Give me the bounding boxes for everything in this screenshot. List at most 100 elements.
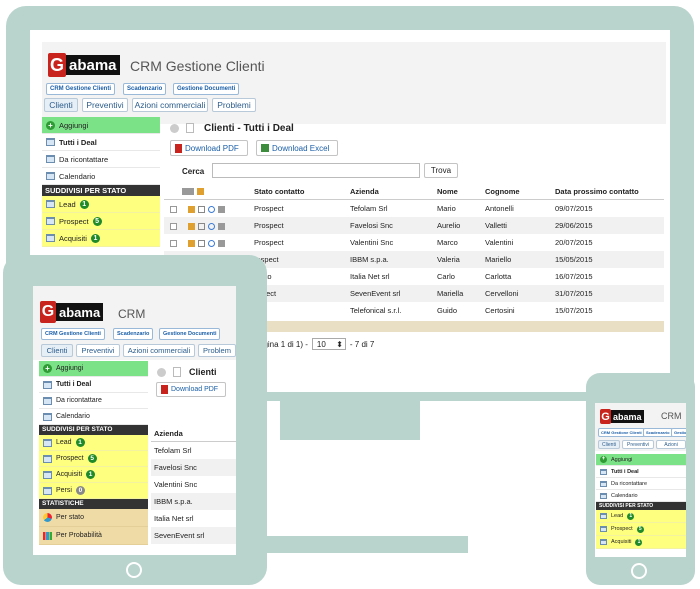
sidebar: + Aggiungi Tutti i Deal Da ricontattare C… [39,361,148,545]
sidebar: + Aggiungi Tutti i Deal Da ricontattare C… [596,454,686,549]
tab-clienti[interactable]: Clienti [41,344,73,357]
col-header[interactable]: Azienda [350,187,437,196]
col-header[interactable]: Stato contatto [254,187,350,196]
sidebar-item-acquisiti[interactable]: Acquisiti 1 [596,536,686,549]
table-row[interactable]: Prospect Valentini Snc Marco Valentini 20/07… [164,234,664,251]
trash-icon[interactable] [218,239,225,247]
sidebar-item-calendar[interactable]: Calendario [42,168,160,185]
sidebar-item-persi[interactable]: Persi 0 [39,483,148,499]
tab-problemi[interactable]: Problemi [212,98,256,112]
sidebar-item-add[interactable]: + Aggiungi [42,117,160,134]
copy-icon[interactable] [198,239,205,247]
sidebar-item-callback[interactable]: Da ricontattare [42,151,160,168]
tab-preventivi[interactable]: Preventivi [622,440,654,449]
tab-azioni[interactable]: Azioni commerciali [123,344,195,357]
list-icon [43,380,52,389]
sidebar-item-all[interactable]: Tutti i Deal [39,377,148,393]
sidebar-item-prospect[interactable]: Prospect 5 [596,523,686,536]
table-cell: 16/07/2015 [555,272,593,281]
documenti-link[interactable]: Gestione Documenti [159,328,221,340]
col-header[interactable]: Nome [437,187,485,196]
documenti-link[interactable]: Gestione Documenti [173,83,240,95]
tab-preventivi[interactable]: Preventivi [82,98,128,112]
scadenzario-link[interactable]: Scadenzario [123,83,167,95]
page-size-value: 10 [316,339,326,349]
sidebar-item-acquisiti[interactable]: Acquisiti 1 [42,230,160,247]
edit-icon[interactable] [188,239,195,247]
sidebar-item-stat-prob[interactable]: Per Probabilità [39,527,148,545]
crm-link[interactable]: CRM Gestione Clienti [46,83,116,95]
col-header[interactable]: Azienda [151,426,236,442]
search-icon[interactable] [208,239,215,247]
scadenzario-link[interactable]: Scadenzario [643,428,673,437]
sidebar-item-prospect[interactable]: Prospect 5 [39,451,148,467]
edit-icon[interactable] [188,205,195,213]
copy-icon[interactable] [198,205,205,213]
sidebar-label: Tutti i Deal [56,381,92,388]
edit-icon[interactable] [188,222,195,230]
search-input[interactable] [212,163,420,178]
sidebar-item-stat-state[interactable]: Per stato [39,509,148,527]
crm-link[interactable]: CRM Gestione Clienti [41,328,105,340]
page-size-select[interactable]: 10 ⬍ [311,338,346,350]
tab-azioni[interactable]: Azioni commerciali [132,98,208,112]
search-icon[interactable] [208,205,215,213]
sidebar-item-callback[interactable]: Da ricontattare [39,393,148,409]
sidebar-item-lead[interactable]: Lead 1 [42,196,160,213]
table-cell: Marco [437,238,458,247]
tab-preventivi[interactable]: Preventivi [76,344,120,357]
sidebar-item-callback[interactable]: Da ricontattare [596,478,686,490]
tab-azioni[interactable]: Azioni [656,440,686,449]
col-header[interactable]: Cognome [485,187,555,196]
table-row[interactable]: Valentini Snc [151,476,236,493]
list-icon [46,200,55,208]
download-pdf-button[interactable]: Download PDF [170,140,248,156]
table-row[interactable]: Prospect Tefolam Srl Mario Antonelli 09/07/2… [164,200,664,217]
back-icon[interactable] [157,368,166,377]
tab-clienti[interactable]: Clienti [598,440,620,449]
page-title: Clienti [189,367,217,377]
crm-link[interactable]: CRM Gestione Clienti [598,428,645,437]
table-row[interactable]: IBBM s.p.a. [151,493,236,510]
app-logo: G abama [48,53,120,77]
state-header: SUDDIVISI PER STATO [42,185,160,196]
search-icon[interactable] [208,222,215,230]
table-cell: Mariella [437,289,464,298]
sidebar-item-add[interactable]: + Aggiungi [39,361,148,377]
back-icon[interactable] [170,124,179,133]
table-cell: rospect [254,255,279,264]
tablet-home-button[interactable] [126,562,142,578]
sidebar-item-calendar[interactable]: Calendario [39,409,148,425]
trash-icon[interactable] [218,205,225,213]
table-row[interactable]: Italia Net srl [151,510,236,527]
trash-icon[interactable] [218,222,225,230]
sidebar-label: Prospect [611,526,633,532]
row-checkbox[interactable] [170,222,177,230]
download-excel-button[interactable]: Download Excel [256,140,338,156]
tab-problemi[interactable]: Problem [198,344,236,357]
sidebar-item-all[interactable]: Tutti i Deal [596,466,686,478]
sidebar-item-lead[interactable]: Lead 1 [39,435,148,451]
sidebar-item-prospect[interactable]: Prospect 5 [42,213,160,230]
scadenzario-link[interactable]: Scadenzario [113,328,154,340]
count-badge: 5 [636,525,644,533]
sidebar-item-calendar[interactable]: Calendario [596,490,686,502]
phone-home-button[interactable] [631,563,647,579]
sidebar-label: Tutti i Deal [611,468,639,475]
table-row[interactable]: SevenEvent srl [151,527,236,544]
tab-clienti[interactable]: Clienti [44,98,78,112]
sidebar-item-acquisiti[interactable]: Acquisiti 1 [39,467,148,483]
copy-icon[interactable] [198,222,205,230]
sidebar-item-lead[interactable]: Lead 1 [596,510,686,523]
col-header[interactable]: Data prossimo contatto [555,187,639,196]
download-pdf-button[interactable]: Download PDF [156,382,226,397]
sidebar-item-all[interactable]: Tutti i Deal [42,134,160,151]
search-button[interactable]: Trova [424,163,458,178]
table-row[interactable]: Tefolam Srl [151,442,236,459]
row-checkbox[interactable] [170,239,177,247]
documenti-link[interactable]: Gestione [671,428,686,437]
sidebar-item-add[interactable]: + Aggiungi [596,454,686,466]
table-row[interactable]: Favelosi Snc [151,459,236,476]
row-checkbox[interactable] [170,205,177,213]
table-row[interactable]: Prospect Favelosi Snc Aurelio Valletti 29/06… [164,217,664,234]
